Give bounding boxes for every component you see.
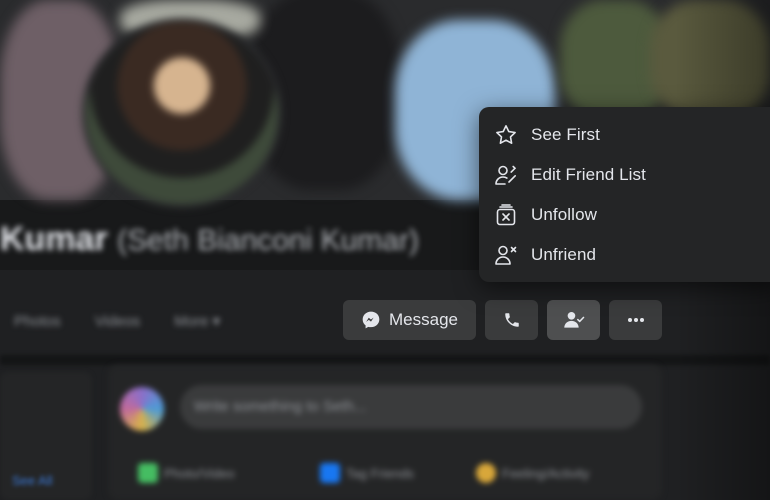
friends-button[interactable] [547,300,600,340]
menu-item-label: Unfollow [531,205,597,224]
composer-feeling-button[interactable]: Feeling/Activity [476,463,589,483]
unfollow-icon [493,202,519,228]
friends-check-icon [563,310,585,330]
more-dots-icon [627,317,645,323]
call-button[interactable] [485,300,538,340]
menu-item-label: Edit Friend List [531,165,646,184]
composer-avatar [120,387,164,431]
composer-action-label: Tag Friends [346,465,414,481]
tab-videos[interactable]: Videos [95,313,141,330]
section-divider [0,355,770,365]
profile-name-alternate: (Seth Bianconi Kumar) [117,224,419,257]
feeling-icon [476,463,496,483]
person-remove-icon [493,242,519,268]
profile-name-main: Kumar [0,220,108,258]
tab-photos[interactable]: Photos [14,313,61,330]
menu-item-label: See First [531,125,600,144]
composer-action-label: Photo/Video [164,465,235,481]
composer-input[interactable]: Write something to Seth... [180,385,642,429]
profile-name: Kumar (Seth Bianconi Kumar) [0,220,450,260]
composer-action-label: Feeling/Activity [502,465,590,481]
star-icon [493,122,519,148]
menu-item-edit-friend-list[interactable]: Edit Friend List [479,155,770,195]
menu-item-see-first[interactable]: See First [479,115,770,155]
see-all-link[interactable]: See All [12,473,52,488]
profile-picture [82,18,282,208]
friends-dropdown-menu: See First Edit Friend List Unfollow Unfr… [479,107,770,282]
phone-icon [503,311,521,329]
menu-item-label: Unfriend [531,245,597,264]
post-composer: Write something to Seth... Photo/Video T… [108,365,662,500]
composer-tag-friends-button[interactable]: Tag Friends [320,463,414,483]
profile-tabs: Photos Videos More ▾ [0,296,340,346]
messenger-icon [361,310,381,330]
composer-photo-video-button[interactable]: Photo/Video [138,463,235,483]
message-button-label: Message [389,310,458,329]
person-edit-icon [493,162,519,188]
menu-item-unfollow[interactable]: Unfollow [479,195,770,235]
tab-more[interactable]: More ▾ [174,312,220,330]
tag-icon [320,463,340,483]
intro-card: See All [0,372,92,500]
message-button[interactable]: Message [343,300,476,340]
menu-item-unfriend[interactable]: Unfriend [479,235,770,275]
more-options-button[interactable] [609,300,662,340]
photo-icon [138,463,158,483]
